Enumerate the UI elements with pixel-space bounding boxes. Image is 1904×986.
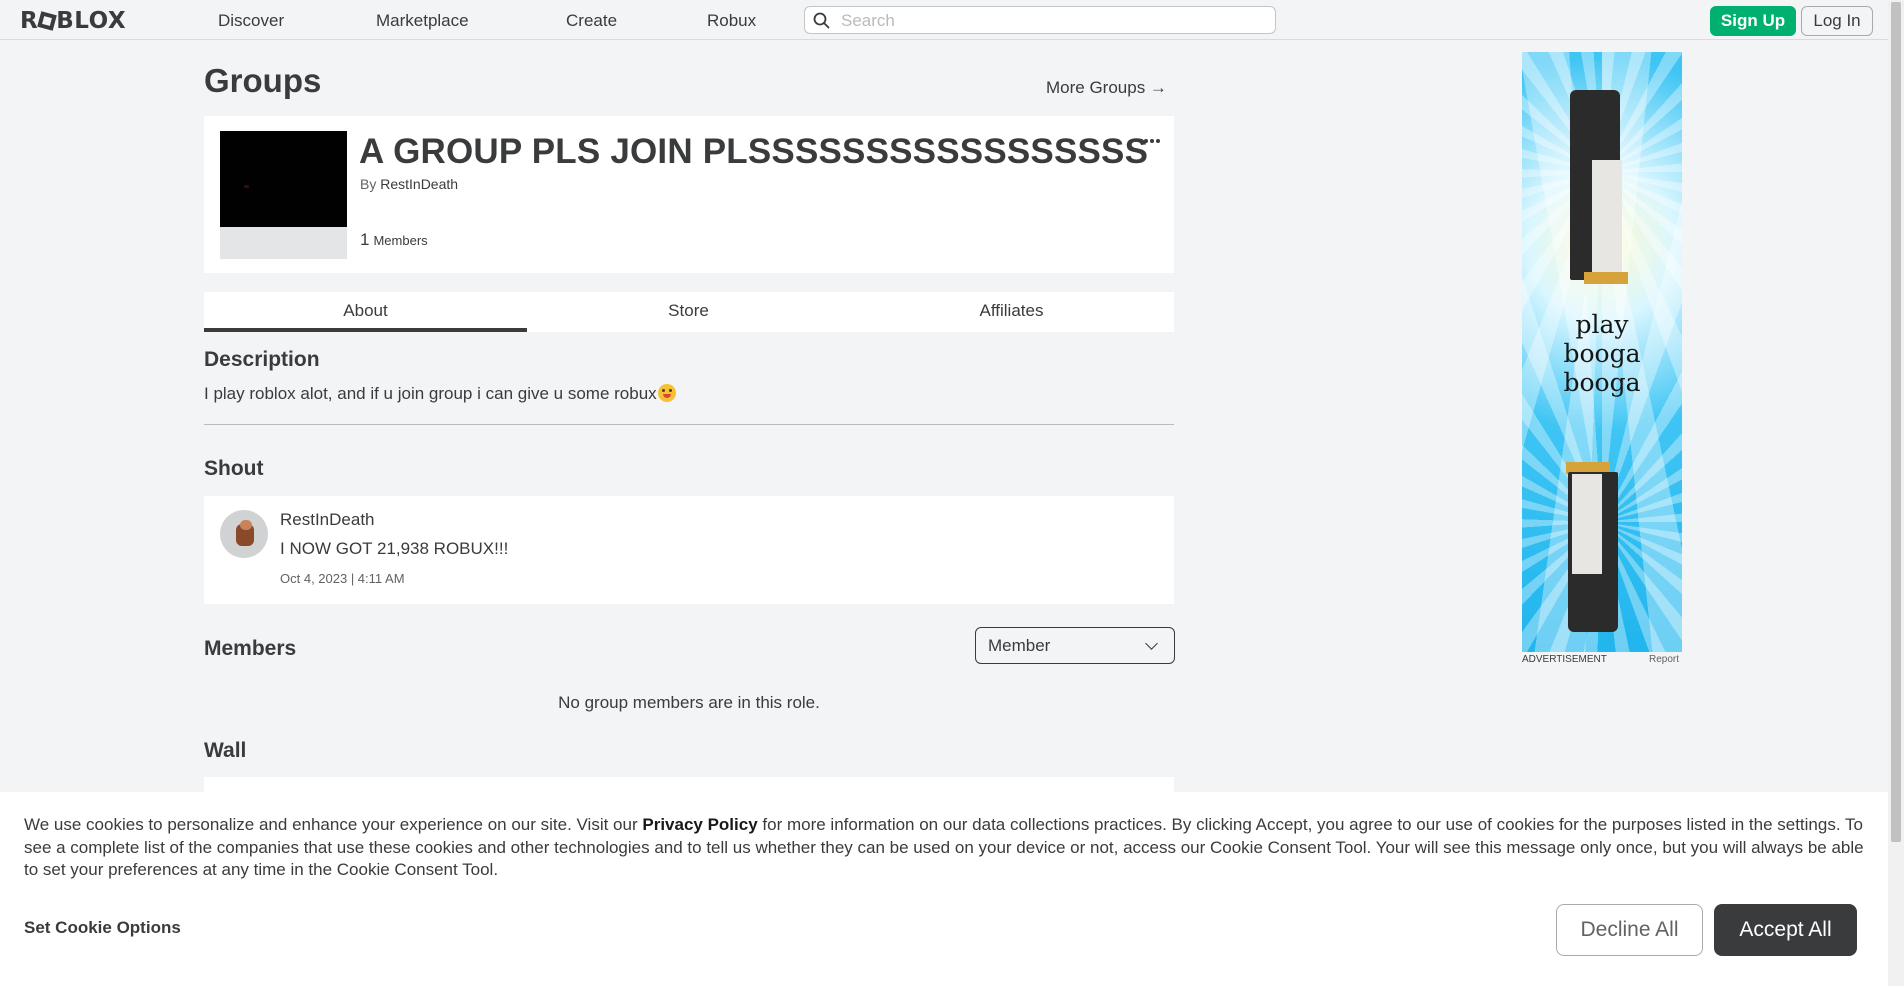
- scrollbar-thumb[interactable]: [1891, 2, 1901, 842]
- ad-text-line: booga: [1563, 339, 1641, 368]
- advertisement-label: ADVERTISEMENT: [1522, 654, 1607, 665]
- group-tabs: About Store Affiliates: [204, 292, 1174, 332]
- more-groups-link[interactable]: More Groups →: [1046, 78, 1167, 98]
- members-title: Members: [204, 637, 297, 660]
- group-header-card: A GROUP PLS JOIN PLSSSSSSSSSSSSSSSSS By …: [204, 116, 1174, 273]
- signup-button[interactable]: Sign Up: [1710, 6, 1796, 36]
- page-title: Groups: [204, 62, 322, 99]
- tongue-emoji-icon: [657, 384, 676, 402]
- more-options-icon[interactable]: [1144, 130, 1162, 143]
- description-title: Description: [204, 348, 320, 371]
- ad-text-line: booga: [1563, 368, 1641, 397]
- ad-report-link[interactable]: Report: [1649, 654, 1679, 665]
- group-member-count: 1 Members: [360, 230, 428, 250]
- chevron-down-icon: [1145, 637, 1158, 650]
- search-icon: [813, 12, 830, 29]
- role-select-value: Member: [988, 636, 1051, 655]
- shout-title: Shout: [204, 457, 264, 480]
- wall-title: Wall: [204, 739, 247, 762]
- accept-all-button[interactable]: Accept All: [1714, 904, 1857, 956]
- nav-robux[interactable]: Robux: [707, 11, 756, 31]
- group-name: A GROUP PLS JOIN PLSSSSSSSSSSSSSSSSS: [359, 132, 1149, 171]
- shout-card: RestInDeath I NOW GOT 21,938 ROBUX!!! Oc…: [204, 496, 1174, 604]
- group-emblem-image: [220, 131, 347, 227]
- shout-body: I NOW GOT 21,938 ROBUX!!!: [280, 539, 509, 558]
- advertisement-banner[interactable]: play booga booga: [1522, 52, 1682, 652]
- group-emblem: [220, 131, 347, 259]
- members-label: Members: [373, 233, 428, 248]
- tab-store[interactable]: Store: [527, 292, 850, 332]
- group-owner-link[interactable]: RestInDeath: [380, 176, 458, 192]
- nav-marketplace[interactable]: Marketplace: [376, 11, 469, 31]
- set-cookie-options-link[interactable]: Set Cookie Options: [24, 918, 181, 938]
- decline-all-button[interactable]: Decline All: [1556, 904, 1703, 956]
- cookie-text-before: We use cookies to personalize and enhanc…: [24, 815, 643, 834]
- role-select-dropdown[interactable]: Member: [975, 627, 1175, 664]
- section-divider: [204, 424, 1174, 425]
- login-button[interactable]: Log In: [1801, 6, 1873, 36]
- description-body: I play roblox alot, and if u join group …: [204, 384, 657, 403]
- description-text: I play roblox alot, and if u join group …: [204, 384, 676, 404]
- member-count-value: 1: [360, 230, 370, 249]
- cookie-message: We use cookies to personalize and enhanc…: [24, 814, 1864, 882]
- search-box[interactable]: [804, 6, 1276, 34]
- penguin-image-top: [1562, 90, 1628, 302]
- shout-username-link[interactable]: RestInDeath: [280, 510, 375, 530]
- by-label: By: [360, 176, 377, 192]
- members-empty-note: No group members are in this role.: [558, 693, 820, 712]
- page-scrollbar[interactable]: [1888, 0, 1904, 986]
- ad-text: play booga booga: [1522, 310, 1682, 397]
- roblox-logo[interactable]: R BLOX: [20, 8, 126, 34]
- avatar[interactable]: [220, 510, 268, 558]
- shout-date: Oct 4, 2023 | 4:11 AM: [280, 571, 405, 586]
- group-owner-line: By RestInDeath: [360, 176, 458, 192]
- privacy-policy-link[interactable]: Privacy Policy: [642, 815, 757, 834]
- nav-create[interactable]: Create: [566, 11, 617, 31]
- top-navigation-bar: R BLOX Discover Marketplace Create Robux …: [0, 0, 1888, 40]
- search-input[interactable]: [839, 9, 1273, 33]
- penguin-image-bottom: [1560, 462, 1626, 642]
- tab-affiliates[interactable]: Affiliates: [850, 292, 1173, 332]
- ad-text-line: play: [1575, 310, 1629, 339]
- cookie-consent-banner: We use cookies to personalize and enhanc…: [0, 792, 1888, 986]
- nav-discover[interactable]: Discover: [218, 11, 284, 31]
- tab-about[interactable]: About: [204, 292, 527, 332]
